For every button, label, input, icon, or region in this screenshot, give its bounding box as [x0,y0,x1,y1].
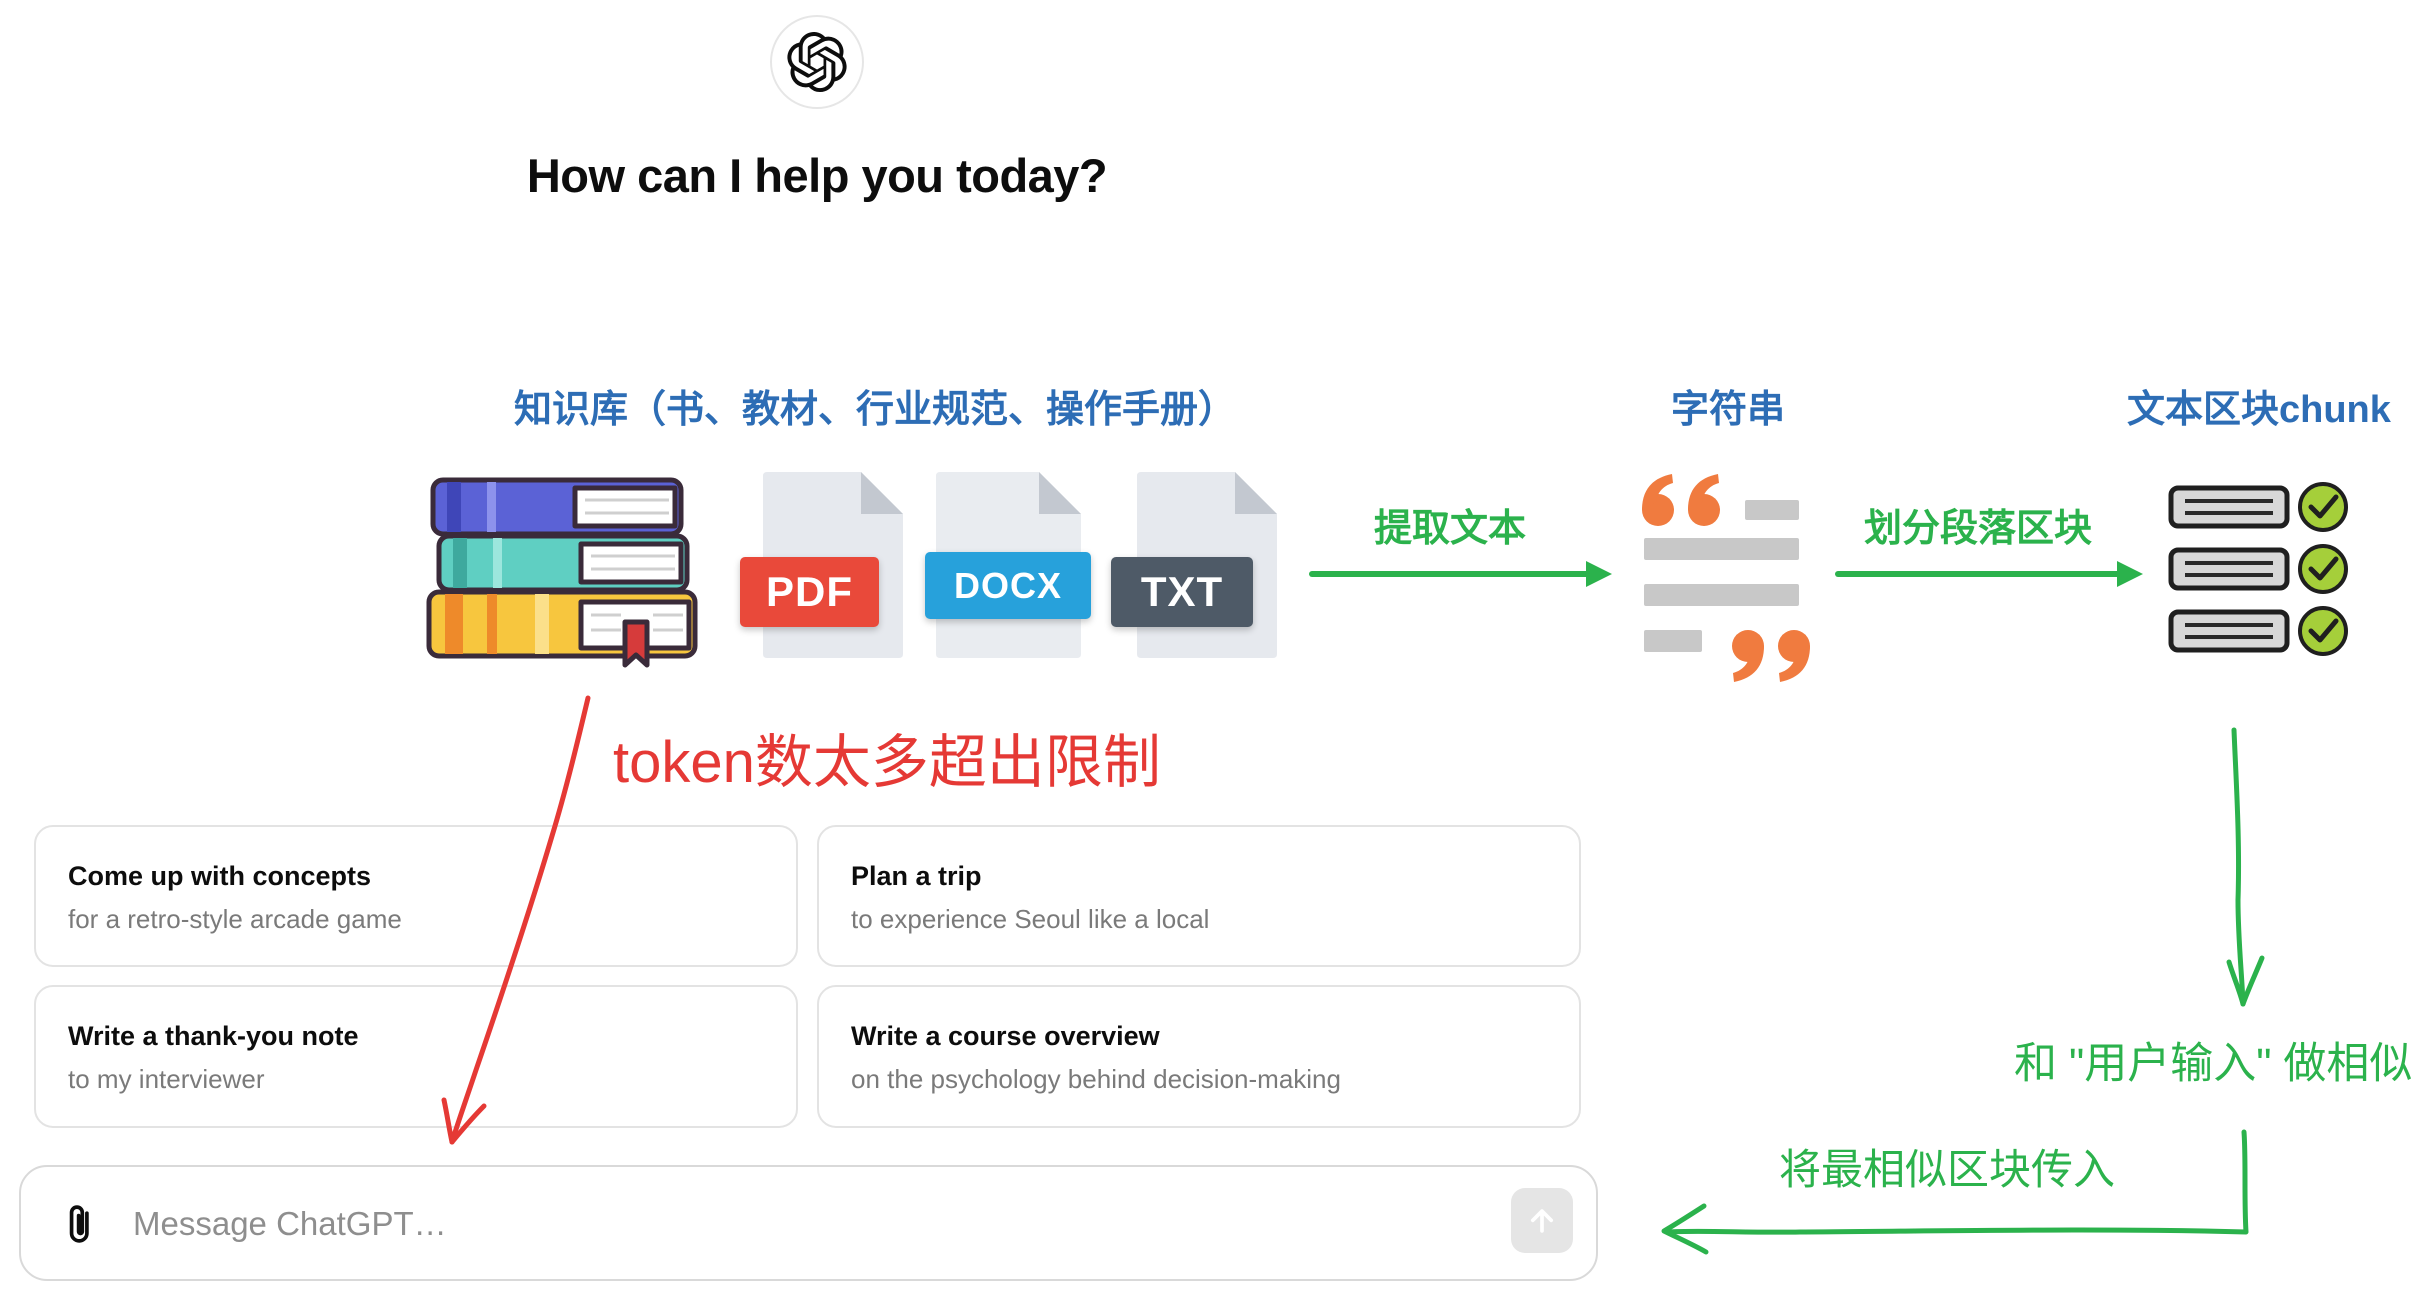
chunk-row-icon [2168,544,2348,594]
extract-text-arrow-head [1586,561,1612,587]
split-chunks-label: 划分段落区块 [1864,508,2093,550]
suggestion-card-thank-you-note[interactable]: Write a thank-you note to my interviewer [34,985,798,1128]
message-input[interactable] [133,1195,1483,1253]
pass-chunks-arrow-head [1661,1203,1709,1255]
suggestion-title: Write a thank-you note [68,1021,359,1051]
pass-chunks-label: 将最相似区块传入 [1779,1146,2116,1193]
extract-text-label: 提取文本 [1374,508,1527,550]
openai-logo-icon [787,32,847,92]
suggestion-title: Come up with concepts [68,861,372,891]
send-button[interactable] [1511,1188,1573,1253]
txt-file-icon: TXT [1111,472,1281,658]
similarity-arrow-head [2226,955,2265,1007]
suggestion-title: Plan a trip [851,861,982,891]
pdf-badge: PDF [740,557,879,627]
chunk-row-icon [2168,606,2348,656]
close-quote-marks [1732,630,1810,682]
chunk-label: 文本区块chunk [2127,389,2391,431]
suggestion-title: Write a course overview [851,1021,1160,1051]
arrow-up-icon [1530,1208,1554,1233]
token-limit-warning: token数太多超出限制 [613,730,1161,795]
open-quote-marks [1642,474,1720,526]
suggestion-card-plan-trip[interactable]: Plan a trip to experience Seoul like a l… [817,825,1581,967]
chunk-list-icon [2168,482,2348,656]
docx-file-icon: DOCX [925,472,1095,658]
string-label: 字符串 [1671,389,1786,431]
suggestion-card-arcade-concepts[interactable]: Come up with concepts for a retro-style … [34,825,798,967]
knowledge-base-label: 知识库（书、教材、行业规范、操作手册） [514,389,1237,431]
chatgpt-logo [770,15,864,109]
txt-badge: TXT [1111,557,1253,627]
suggestion-subtitle: to my interviewer [68,1064,265,1094]
paperclip-icon[interactable] [64,1201,96,1247]
suggestion-subtitle: on the psychology behind decision-making [851,1064,1341,1094]
pdf-file-icon: PDF [740,472,910,658]
suggestion-subtitle: to experience Seoul like a local [851,904,1210,934]
quote-text-icon [1642,474,1810,682]
page-title: How can I help you today? [526,149,1108,202]
docx-badge: DOCX [925,552,1091,619]
suggestion-card-course-overview[interactable]: Write a course overview on the psycholog… [817,985,1581,1128]
similarity-label: 和 "用户输入" 做相似 [2014,1040,2413,1088]
similarity-arrow-line [2231,727,2246,1007]
books-icon [426,477,698,668]
chunk-row-icon [2168,482,2348,532]
split-chunks-arrow-head [2117,561,2143,587]
suggestion-subtitle: for a retro-style arcade game [68,904,402,934]
